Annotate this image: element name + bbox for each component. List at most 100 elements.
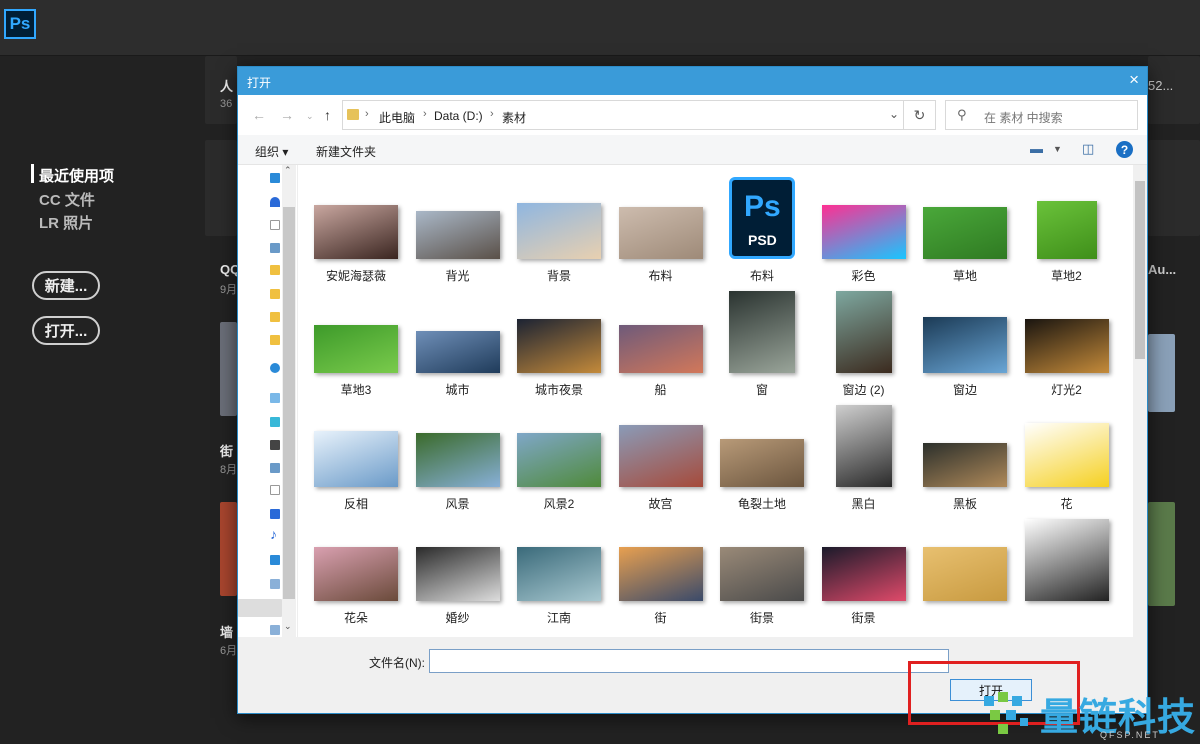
preview-pane-icon[interactable]: ◫ — [1082, 141, 1094, 157]
file-item[interactable]: 风景 — [408, 399, 508, 511]
file-item[interactable]: 黑板 — [915, 399, 1015, 511]
file-item[interactable] — [1017, 513, 1117, 623]
file-item[interactable]: Ps PSD 布料 — [712, 171, 812, 283]
recent-card[interactable]: 人 36 — [205, 56, 237, 124]
onedrive-icon[interactable] — [270, 363, 280, 373]
file-item[interactable]: 街 — [611, 513, 711, 625]
pictures-icon[interactable] — [270, 243, 280, 253]
file-item[interactable]: 婚纱 — [408, 513, 508, 625]
3d-objects-icon[interactable] — [270, 417, 280, 427]
file-item[interactable]: 船 — [611, 285, 711, 397]
this-pc-icon[interactable] — [270, 393, 280, 403]
breadcrumb-this-pc[interactable]: 此电脑 — [379, 109, 415, 126]
document-icon[interactable] — [270, 220, 280, 230]
recent-locations-icon[interactable]: ⌄ — [306, 111, 314, 122]
chevron-down-icon[interactable]: ⌄ — [284, 621, 292, 632]
scrollbar-thumb[interactable] — [283, 207, 295, 599]
file-name: 龟裂土地 — [737, 497, 786, 511]
nav-scrollbar[interactable]: ⌃ ⌄ — [282, 165, 296, 637]
image-thumbnail — [821, 547, 906, 601]
document-icon[interactable] — [270, 485, 280, 495]
recent-card-thumb[interactable] — [220, 322, 237, 416]
quick-access-icon[interactable] — [270, 173, 280, 183]
file-item[interactable]: 彩色 — [814, 171, 914, 283]
file-item[interactable] — [915, 513, 1015, 623]
file-item[interactable]: 街景 — [814, 513, 914, 625]
view-mode-icon[interactable]: ▬ — [1030, 141, 1043, 156]
file-item[interactable]: 花 — [1017, 399, 1117, 511]
new-button[interactable]: 新建... — [32, 271, 100, 300]
new-folder-button[interactable]: 新建文件夹 — [316, 143, 376, 160]
nav-cc-files[interactable]: CC 文件 — [39, 189, 95, 210]
file-item[interactable]: 故宫 — [611, 399, 711, 511]
address-bar[interactable]: › 此电脑 › Data (D:) › 素材 ⌄ ↻ — [342, 100, 936, 130]
recent-card-thumb[interactable] — [205, 140, 237, 236]
file-item[interactable]: 草地3 — [306, 285, 406, 397]
recent-card-thumb[interactable] — [220, 502, 237, 596]
file-item[interactable]: 黑白 — [814, 399, 914, 511]
data-drive-item[interactable] — [238, 599, 282, 617]
back-arrow-icon[interactable]: ← — [252, 107, 266, 123]
scrollbar-thumb[interactable] — [1135, 181, 1145, 359]
file-item[interactable]: 反相 — [306, 399, 406, 511]
folder-icon[interactable] — [270, 335, 280, 345]
nav-lr-photos[interactable]: LR 照片 — [39, 212, 93, 233]
file-item[interactable]: 背景 — [509, 171, 609, 283]
recent-card-thumb[interactable] — [1148, 502, 1175, 606]
folder-icon[interactable] — [270, 312, 280, 322]
forward-arrow-icon[interactable]: → — [280, 107, 294, 123]
download-icon[interactable] — [270, 509, 280, 519]
file-name: 城市 — [445, 383, 470, 397]
chevron-up-icon[interactable]: ⌃ — [284, 165, 292, 176]
file-item[interactable]: 布料 — [611, 171, 711, 283]
file-item[interactable]: 安妮海瑟薇 — [306, 171, 406, 283]
file-item[interactable]: 城市夜景 — [509, 285, 609, 397]
recent-card-thumb[interactable] — [1148, 334, 1175, 412]
file-name: 安妮海瑟薇 — [325, 269, 386, 283]
file-item[interactable]: 草地 — [915, 171, 1015, 283]
file-item[interactable]: 城市 — [408, 285, 508, 397]
os-drive-icon[interactable] — [270, 579, 280, 589]
file-item[interactable]: 窗边 (2) — [814, 285, 914, 397]
organize-menu[interactable]: 组织 ▾ — [255, 143, 288, 160]
chevron-down-icon[interactable]: ⌄ — [889, 107, 899, 121]
folder-icon[interactable] — [270, 265, 280, 275]
help-icon[interactable]: ? — [1116, 141, 1133, 158]
breadcrumb-folder[interactable]: 素材 — [502, 109, 526, 126]
file-item[interactable]: 街景 — [712, 513, 812, 625]
music-icon[interactable]: ♪ — [270, 526, 277, 542]
search-box[interactable]: ⚲ 在 素材 中搜索 — [945, 100, 1138, 130]
file-scrollbar[interactable] — [1133, 165, 1147, 637]
filename-label: 文件名(N): — [369, 656, 425, 670]
file-item[interactable]: 窗边 — [915, 285, 1015, 397]
download-icon[interactable] — [270, 197, 280, 207]
file-item[interactable]: 花朵 — [306, 513, 406, 625]
up-arrow-icon[interactable]: ↑ — [324, 107, 331, 123]
filename-input[interactable] — [429, 649, 949, 673]
file-item[interactable]: 龟裂土地 — [712, 399, 812, 511]
nav-recent[interactable]: 最近使用项 — [39, 165, 114, 186]
file-name: 黑板 — [952, 497, 977, 511]
desktop-icon[interactable] — [270, 555, 280, 565]
open-button-home[interactable]: 打开... — [32, 316, 100, 345]
close-icon[interactable]: × — [1129, 70, 1139, 90]
file-name: 草地 — [952, 269, 977, 283]
folder-icon[interactable] — [270, 289, 280, 299]
file-item[interactable]: 灯光2 — [1017, 285, 1117, 397]
network-icon[interactable] — [270, 625, 280, 635]
breadcrumb-drive[interactable]: Data (D:) — [434, 109, 483, 123]
pictures-icon[interactable] — [270, 463, 280, 473]
file-name: 窗边 — [952, 383, 977, 397]
file-item[interactable]: 背光 — [408, 171, 508, 283]
file-item[interactable]: 江南 — [509, 513, 609, 625]
file-name: 花朵 — [343, 611, 368, 625]
file-name: 黑白 — [851, 497, 876, 511]
file-item[interactable]: 风景2 — [509, 399, 609, 511]
chevron-down-icon[interactable]: ▼ — [1053, 144, 1062, 154]
recent-card-thumb[interactable] — [1148, 140, 1200, 236]
videos-icon[interactable] — [270, 440, 280, 450]
refresh-icon[interactable]: ↻ — [903, 101, 935, 129]
recent-card[interactable]: 52... — [1148, 56, 1200, 124]
file-item[interactable]: 窗 — [712, 285, 812, 397]
file-item[interactable]: 草地2 — [1017, 171, 1117, 283]
